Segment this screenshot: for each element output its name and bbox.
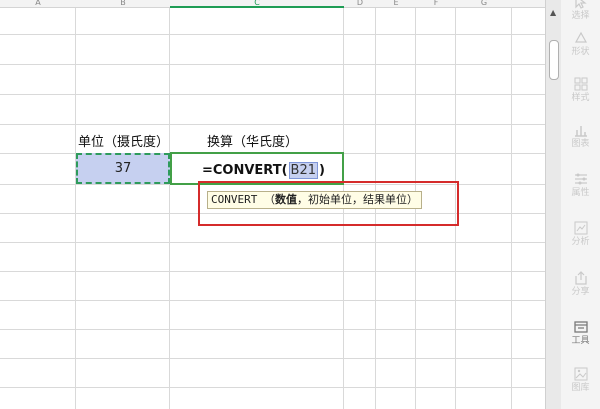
sidebar-item-share[interactable]: 分享: [561, 270, 600, 297]
formula-cell-reference[interactable]: B21: [288, 162, 319, 179]
sidebar-label: 图表: [571, 139, 590, 149]
sidebar-label: 属性: [571, 188, 590, 198]
scroll-up-icon[interactable]: ▲: [550, 8, 556, 17]
column-header-c[interactable]: C: [170, 0, 344, 8]
column-header-d[interactable]: D: [344, 0, 376, 8]
formula-prefix: =CONVERT(: [202, 163, 288, 178]
grid-line: [0, 358, 545, 359]
cell-value-text: 37: [114, 161, 132, 176]
grid-line: [0, 94, 545, 95]
sidebar-item-shape[interactable]: 形状: [561, 30, 600, 57]
cell-celsius-value[interactable]: 37: [76, 153, 170, 184]
sidebar-item-chart[interactable]: 图表: [561, 122, 600, 149]
formula-suffix: ): [319, 163, 325, 178]
grid-line: [0, 34, 545, 35]
column-header-e[interactable]: E: [376, 0, 416, 8]
annotation-highlight-box: [198, 181, 459, 226]
column-header-a[interactable]: A: [0, 0, 76, 8]
sidebar-label: 形状: [571, 47, 590, 57]
spreadsheet-grid[interactable]: A B C D E F G 单位（摄氏度） 换算（华氏度） 37 =CONVER…: [0, 0, 545, 409]
grid-line: [169, 8, 170, 409]
shape-icon: [561, 30, 600, 48]
sidebar-label: 图库: [571, 383, 590, 393]
column-header-g[interactable]: G: [456, 0, 512, 8]
style-icon: [561, 76, 600, 94]
scrollbar-thumb[interactable]: [549, 40, 559, 80]
grid-line: [0, 64, 545, 65]
grid-line: [0, 242, 545, 243]
sidebar-label: 分析: [571, 237, 590, 247]
share-icon: [561, 270, 600, 288]
column-header-bar: A B C D E F G: [0, 0, 545, 8]
sidebar-label: 工具: [571, 336, 590, 346]
column-header-b[interactable]: B: [76, 0, 170, 8]
sidebar-item-select[interactable]: 选择: [561, 0, 600, 21]
sidebar-item-analyze[interactable]: 分析: [561, 220, 600, 247]
grid-line: [0, 300, 545, 301]
grid-line: [511, 8, 512, 409]
sidebar-label: 分享: [571, 287, 590, 297]
sidebar-item-gallery[interactable]: 图库: [561, 366, 600, 393]
vertical-scrollbar[interactable]: ▲: [545, 0, 561, 409]
grid-line: [0, 271, 545, 272]
sidebar-item-properties[interactable]: 属性: [561, 171, 600, 198]
grid-line: [0, 124, 545, 125]
formula-text: =CONVERT(B21): [202, 162, 325, 179]
grid-line: [0, 329, 545, 330]
grid-line: [75, 8, 76, 409]
grid-line: [0, 387, 545, 388]
column-header-f[interactable]: F: [416, 0, 456, 8]
gallery-icon: [561, 366, 600, 384]
right-sidebar: 选择 形状 样式 图表 属性 分析 分享 工具 图库: [561, 0, 600, 409]
properties-icon: [561, 171, 600, 189]
cell-celsius-header[interactable]: 单位（摄氏度）: [78, 131, 169, 150]
sidebar-item-style[interactable]: 样式: [561, 76, 600, 103]
sidebar-label: 选择: [571, 11, 590, 21]
tools-icon: [561, 319, 600, 337]
analyze-icon: [561, 220, 600, 238]
cell-fahrenheit-header[interactable]: 换算（华氏度）: [207, 131, 298, 150]
chart-icon: [561, 122, 600, 140]
sidebar-label: 样式: [571, 93, 590, 103]
sidebar-item-tools[interactable]: 工具: [561, 319, 600, 346]
